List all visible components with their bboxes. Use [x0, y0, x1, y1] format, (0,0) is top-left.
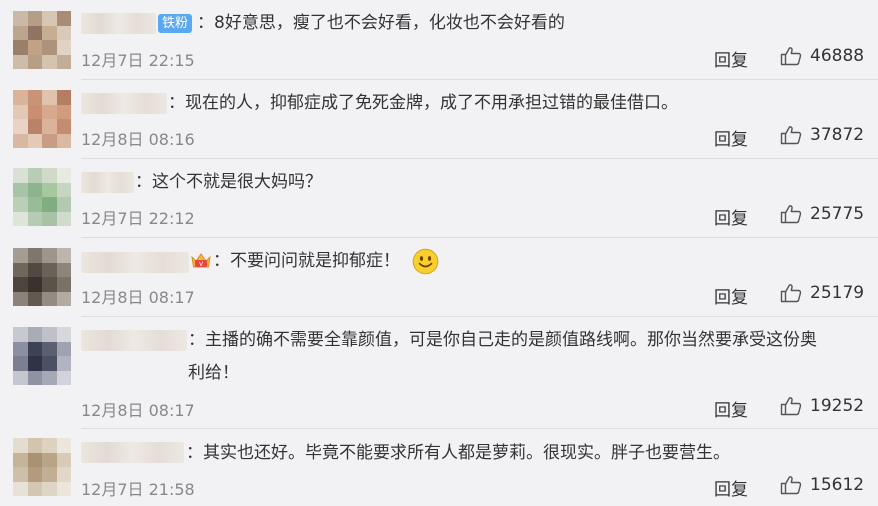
like-count: 46888	[810, 46, 865, 66]
comment-text: ：其实也还好。毕竟不能要求所有人都是萝莉。很现实。胖子也要营生。	[186, 443, 730, 463]
avatar[interactable]	[13, 168, 71, 226]
comment-text: ：这个不就是很大妈吗？	[135, 172, 322, 192]
like-count: 15612	[810, 475, 865, 495]
thumbs-up-icon[interactable]	[780, 396, 802, 416]
crown-badge-icon: V	[191, 253, 211, 268]
username[interactable]	[81, 93, 167, 114]
comment-text: ：不要问问就是抑郁症！	[213, 251, 400, 271]
reply-button[interactable]: 回复	[714, 46, 748, 71]
divider	[81, 428, 878, 429]
username[interactable]	[81, 252, 189, 273]
comment-time: 12月8日 08:17	[81, 288, 195, 307]
like-count: 25179	[810, 283, 865, 303]
avatar[interactable]	[13, 248, 71, 306]
like-count: 19252	[810, 396, 865, 416]
fan-badge: 铁粉	[158, 14, 193, 33]
reply-button[interactable]: 回复	[714, 475, 748, 500]
reply-button[interactable]: 回复	[714, 396, 748, 421]
divider	[81, 237, 878, 238]
like-count: 25775	[810, 204, 865, 224]
divider	[81, 316, 878, 317]
avatar[interactable]	[13, 11, 71, 69]
reply-button[interactable]: 回复	[714, 125, 748, 150]
thumbs-up-icon[interactable]	[780, 475, 802, 495]
reply-button[interactable]: 回复	[714, 204, 748, 229]
comment-text: ：现在的人，抑郁症成了免死金牌，成了不用承担过错的最佳借口。	[168, 93, 678, 113]
divider	[81, 79, 878, 80]
comment-text: ：主播的确不需要全靠颜值，可是你自己走的是颜值路线啊。那你当然要承受这份奥 利给…	[188, 330, 817, 383]
comment-time: 12月8日 08:17	[81, 401, 195, 420]
username[interactable]	[81, 442, 184, 463]
thumbs-up-icon[interactable]	[780, 46, 802, 66]
smiley-emoji-icon	[412, 248, 439, 275]
username[interactable]	[81, 172, 134, 193]
thumbs-up-icon[interactable]	[780, 283, 802, 303]
avatar[interactable]	[13, 90, 71, 148]
thumbs-up-icon[interactable]	[780, 204, 802, 224]
comment-text: ：8好意思，瘦了也不会好看，化妆也不会好看的	[197, 13, 565, 33]
divider	[81, 158, 878, 159]
username[interactable]	[81, 330, 187, 351]
reply-button[interactable]: 回复	[714, 283, 748, 308]
avatar[interactable]	[13, 327, 71, 385]
username[interactable]	[81, 13, 156, 34]
comment-time: 12月7日 21:58	[81, 480, 195, 499]
comment-time: 12月8日 08:16	[81, 130, 195, 149]
comment-time: 12月7日 22:12	[81, 209, 195, 228]
thumbs-up-icon[interactable]	[780, 125, 802, 145]
comment-time: 12月7日 22:15	[81, 51, 195, 70]
like-count: 37872	[810, 125, 865, 145]
avatar[interactable]	[13, 438, 71, 496]
